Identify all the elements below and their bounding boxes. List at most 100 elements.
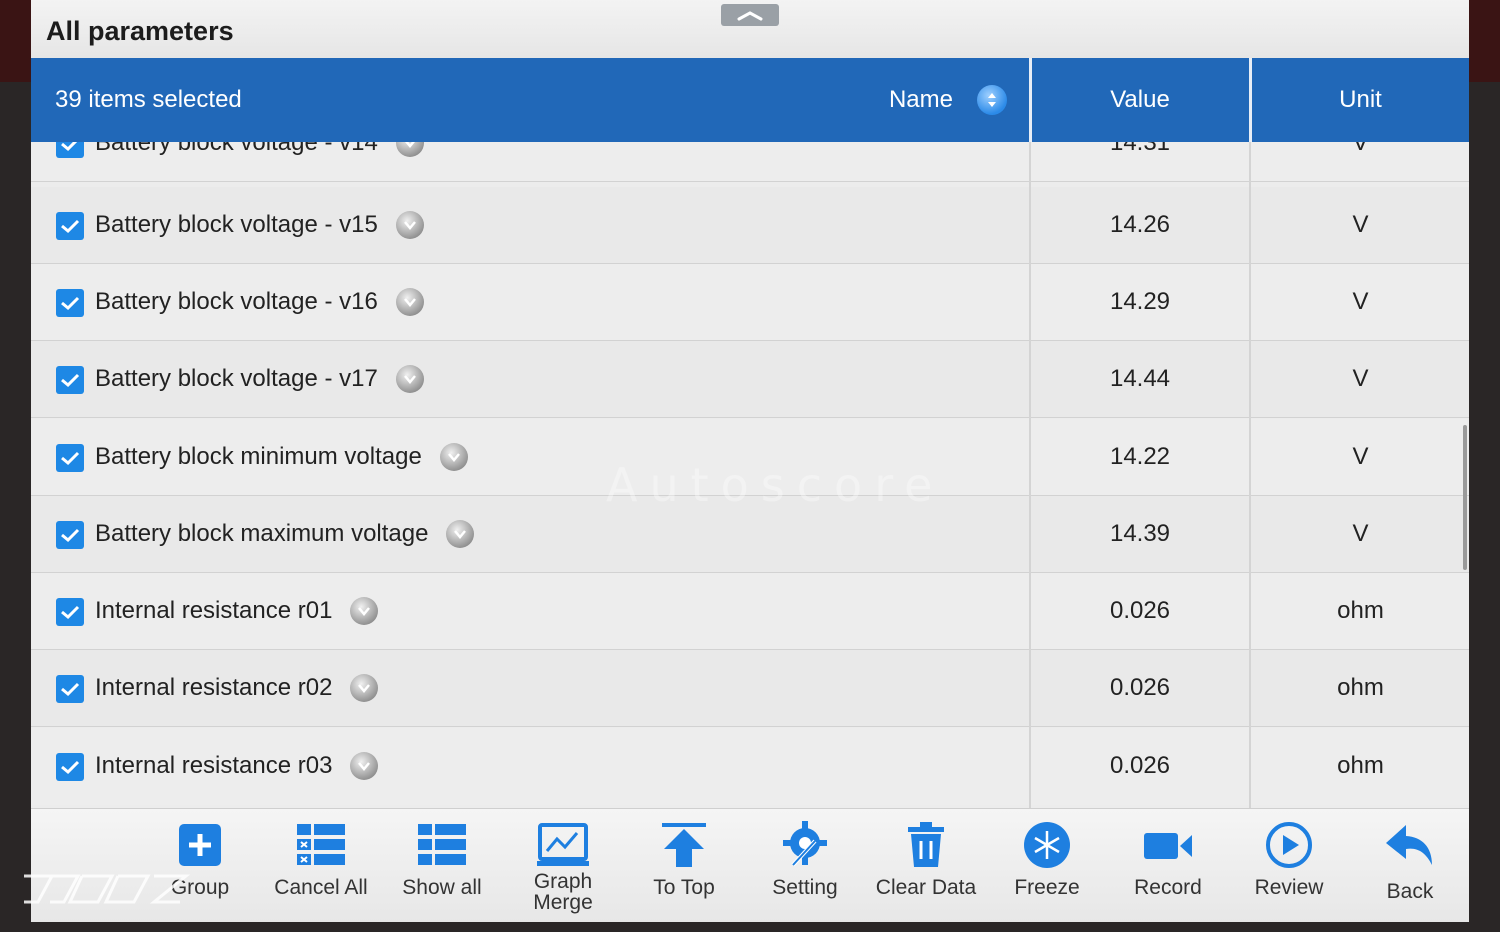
- collapse-handle[interactable]: [721, 4, 779, 26]
- parameter-name: Internal resistance r02: [95, 674, 333, 701]
- review-button[interactable]: Review: [1229, 809, 1349, 922]
- graph-merge-label-line1: Graph: [533, 870, 593, 893]
- setting-button[interactable]: Setting: [745, 809, 865, 922]
- background-strip-left: [0, 0, 32, 82]
- info-dropdown-icon[interactable]: [350, 597, 379, 625]
- checkbox-checked[interactable]: [56, 366, 84, 394]
- checkbox-checked[interactable]: [56, 521, 84, 549]
- plus-square-icon: [179, 824, 221, 866]
- play-circle-icon: [1266, 822, 1312, 868]
- checkbox-checked[interactable]: [56, 142, 84, 158]
- freeze-label: Freeze: [1014, 876, 1080, 899]
- title-bar: All parameters: [31, 0, 1469, 58]
- info-dropdown-icon[interactable]: [446, 520, 475, 548]
- parameter-value: 14.29: [1109, 288, 1171, 315]
- gear-wrench-icon: [783, 821, 827, 867]
- parameter-value: 0.026: [1109, 752, 1171, 779]
- cancel-all-button[interactable]: Cancel All: [261, 809, 381, 922]
- parameter-unit: V: [1352, 520, 1369, 547]
- info-dropdown-icon[interactable]: [350, 674, 379, 702]
- trash-icon: [908, 822, 944, 867]
- table-row[interactable]: Battery block voltage - v16 14.29 V: [31, 264, 1469, 341]
- parameter-unit: V: [1352, 142, 1369, 156]
- scrollbar[interactable]: [1463, 425, 1467, 570]
- table-row[interactable]: Internal resistance r02 0.026 ohm: [31, 650, 1469, 727]
- parameter-value: 0.026: [1109, 597, 1171, 624]
- header-unit-column: Unit: [1339, 86, 1382, 113]
- graph-icon: [537, 823, 589, 866]
- parameter-value: 14.31: [1109, 142, 1171, 156]
- review-label: Review: [1254, 876, 1324, 899]
- to-top-button[interactable]: To Top: [624, 809, 744, 922]
- cancel-all-label: Cancel All: [274, 876, 368, 899]
- brand-logo: [24, 874, 190, 904]
- header-name-label: Name: [888, 86, 953, 113]
- parameter-unit: ohm: [1337, 674, 1384, 701]
- record-button[interactable]: Record: [1108, 809, 1228, 922]
- checkbox-checked[interactable]: [56, 289, 84, 317]
- show-all-label: Show all: [402, 876, 482, 899]
- table-row[interactable]: Battery block voltage - v17 14.44 V: [31, 341, 1469, 418]
- chevron-up-icon: [737, 11, 763, 21]
- graph-merge-label-line2: Merge: [533, 891, 593, 914]
- clear-data-button[interactable]: Clear Data: [866, 809, 986, 922]
- snowflake-icon: [1024, 822, 1070, 868]
- parameter-unit: V: [1352, 365, 1369, 392]
- cancel-list-icon: [297, 824, 345, 865]
- parameter-unit: V: [1352, 288, 1369, 315]
- info-dropdown-icon[interactable]: [350, 752, 379, 780]
- row-divider: [31, 181, 1469, 182]
- parameter-unit: V: [1352, 443, 1369, 470]
- parameter-unit: ohm: [1337, 752, 1384, 779]
- parameter-unit: ohm: [1337, 597, 1384, 624]
- checkbox-checked[interactable]: [56, 753, 84, 781]
- info-dropdown-icon[interactable]: [395, 288, 424, 316]
- checkbox-checked[interactable]: [56, 444, 84, 472]
- table-row[interactable]: Battery block voltage - v14 14.31 V: [31, 142, 1469, 182]
- checkbox-checked[interactable]: [56, 598, 84, 626]
- back-arrow-icon: [1386, 825, 1432, 865]
- table-row[interactable]: Internal resistance r03 0.026 ohm: [31, 728, 1469, 805]
- parameter-value: 14.22: [1109, 443, 1171, 470]
- show-all-button[interactable]: Show all: [382, 809, 502, 922]
- checkbox-checked[interactable]: [56, 675, 84, 703]
- column-divider: [1249, 142, 1251, 808]
- to-top-label: To Top: [653, 876, 715, 899]
- parameter-value: 14.44: [1109, 365, 1171, 392]
- info-dropdown-icon[interactable]: [395, 142, 424, 157]
- sort-arrows-icon: [988, 93, 996, 107]
- parameter-name: Battery block minimum voltage: [95, 443, 422, 470]
- header-name-column[interactable]: 39 items selected Name: [31, 58, 1029, 142]
- parameter-unit: V: [1352, 211, 1369, 238]
- parameter-name: Battery block voltage - v16: [95, 288, 378, 315]
- parameter-name: Battery block voltage - v17: [95, 365, 378, 392]
- parameter-name: Internal resistance r03: [95, 752, 333, 779]
- table-header: 39 items selected Name Value Unit: [31, 58, 1469, 142]
- parameter-value: 14.39: [1109, 520, 1171, 547]
- parameter-name: Internal resistance r01: [95, 597, 333, 624]
- info-dropdown-icon[interactable]: [395, 211, 424, 239]
- setting-label: Setting: [772, 876, 838, 899]
- freeze-button[interactable]: Freeze: [987, 809, 1107, 922]
- graph-merge-button[interactable]: Graph Merge: [503, 809, 623, 922]
- parameter-name: Battery block voltage - v15: [95, 211, 378, 238]
- info-dropdown-icon[interactable]: [395, 365, 424, 393]
- all-parameters-panel: All parameters 39 items selected Name Va…: [31, 0, 1469, 922]
- parameter-value: 14.26: [1109, 211, 1171, 238]
- record-label: Record: [1134, 876, 1202, 899]
- parameter-name: Battery block voltage - v14: [95, 142, 378, 156]
- back-button[interactable]: Back: [1350, 809, 1469, 922]
- parameter-value: 0.026: [1109, 674, 1171, 701]
- video-camera-icon: [1144, 833, 1192, 859]
- sort-icon[interactable]: [977, 85, 1007, 115]
- row-divider: [31, 726, 1469, 727]
- table-row[interactable]: Internal resistance r01 0.026 ohm: [31, 573, 1469, 650]
- list-icon: [418, 824, 466, 865]
- info-dropdown-icon[interactable]: [439, 443, 468, 471]
- table-row[interactable]: Battery block voltage - v15 14.26 V: [31, 187, 1469, 264]
- parameter-name: Battery block maximum voltage: [95, 520, 429, 547]
- bottom-toolbar: Group Cancel All Show all Graph Merge To …: [31, 808, 1469, 922]
- checkbox-checked[interactable]: [56, 212, 84, 240]
- page-title: All parameters: [46, 16, 234, 46]
- clear-data-label: Clear Data: [875, 876, 977, 899]
